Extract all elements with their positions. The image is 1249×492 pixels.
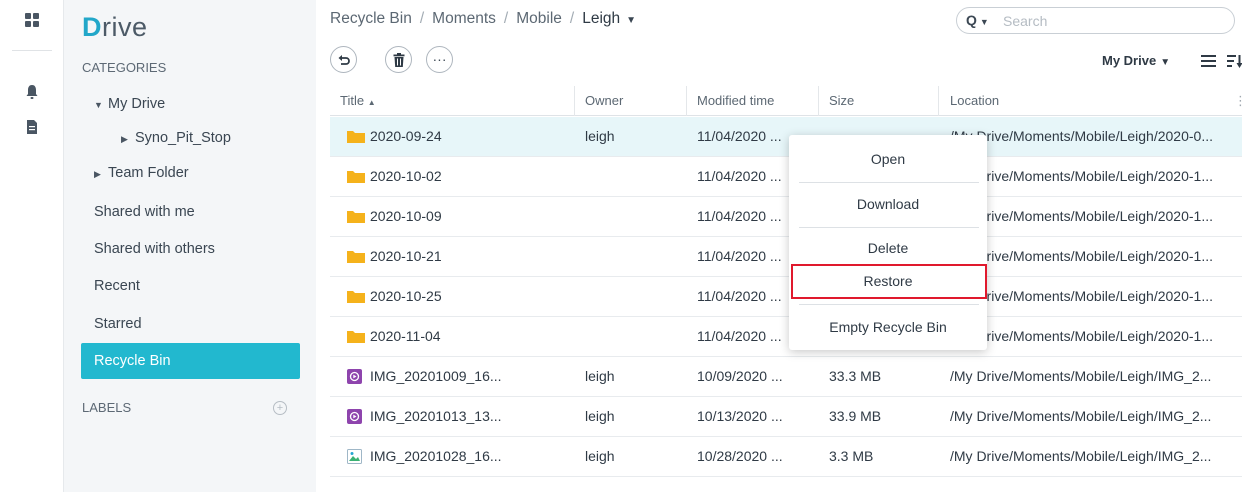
apps-icon[interactable] — [24, 12, 40, 28]
list-view-icon[interactable] — [1201, 55, 1216, 67]
undo-icon — [338, 55, 350, 65]
menu-item-download[interactable]: Download — [789, 196, 987, 212]
folder-icon — [347, 291, 365, 303]
search-box[interactable]: Q ▼ — [956, 7, 1235, 34]
categories-label: CATEGORIES — [82, 60, 167, 75]
breadcrumb-item[interactable]: Mobile — [516, 10, 562, 27]
column-header-owner[interactable]: Owner — [585, 93, 623, 108]
breadcrumb-current[interactable]: Leigh — [582, 10, 620, 27]
menu-item-empty-recycle-bin[interactable]: Empty Recycle Bin — [789, 319, 987, 335]
column-header-size[interactable]: Size — [829, 93, 854, 108]
chevron-down-icon[interactable]: ▼ — [626, 15, 636, 26]
app-logo: Drive — [82, 12, 148, 42]
search-icon[interactable]: Q ▼ — [966, 12, 989, 28]
breadcrumb-item[interactable]: Moments — [432, 10, 496, 27]
sidebar-item-team-folder[interactable]: ▶ Team Folder — [81, 155, 300, 191]
table-row[interactable]: 2020-09-24 leigh 11/04/2020 ... /My Driv… — [330, 117, 1242, 157]
sidebar-item-my-drive[interactable]: ▼ My Drive — [81, 86, 300, 122]
main-panel: Recycle Bin/Moments/Mobile/Leigh▼ Q▼ ···… — [316, 0, 1249, 492]
folder-icon — [347, 211, 365, 223]
delete-button[interactable] — [385, 46, 412, 73]
expand-right-icon[interactable]: ▶ — [121, 121, 135, 157]
sidebar-item-recycle-bin[interactable]: Recycle Bin — [81, 343, 300, 379]
column-header-title[interactable]: Title ▲ — [340, 93, 376, 108]
labels-label: LABELS — [82, 400, 132, 415]
table-row[interactable]: 2020-10-25 11/04/2020 ... /My Drive/Mome… — [330, 277, 1242, 317]
menu-divider — [799, 227, 979, 228]
trash-icon — [393, 53, 404, 67]
restore-button[interactable] — [330, 46, 357, 73]
folder-icon — [347, 251, 365, 263]
sidebar-item-shared-with-me[interactable]: Shared with me — [81, 194, 300, 230]
expand-down-icon[interactable]: ▼ — [94, 87, 108, 123]
table-row[interactable]: 2020-10-21 11/04/2020 ... /My Drive/Mome… — [330, 237, 1242, 277]
table-row[interactable]: 2020-10-09 11/04/2020 ... /My Drive/Mome… — [330, 197, 1242, 237]
more-actions-button[interactable]: ··· — [426, 46, 453, 73]
table-row[interactable]: 2020-10-02 11/04/2020 ... /My Drive/Mome… — [330, 157, 1242, 197]
table-row[interactable]: IMG_20201013_13... leigh 10/13/2020 ... … — [330, 397, 1242, 437]
breadcrumb-item[interactable]: Recycle Bin — [330, 10, 412, 27]
table-row[interactable]: 2020-11-04 11/04/2020 ... /My Drive/Mome… — [330, 317, 1242, 357]
left-rail — [0, 0, 64, 492]
video-file-icon — [347, 409, 362, 424]
document-icon[interactable] — [24, 119, 40, 135]
rail-divider — [12, 50, 52, 51]
folder-icon — [347, 331, 365, 343]
table-row[interactable]: IMG_20201028_16... leigh 10/28/2020 ... … — [330, 437, 1242, 477]
sidebar-item-starred[interactable]: Starred — [81, 306, 300, 342]
sidebar: Drive CATEGORIES ▼ My Drive ▶ Syno_Pit_Sto… — [64, 0, 316, 492]
menu-item-open[interactable]: Open — [789, 151, 987, 167]
column-options-icon[interactable]: ⋮ — [1234, 93, 1247, 109]
view-scope-dropdown[interactable]: My Drive ▼ — [1102, 53, 1170, 68]
expand-right-icon[interactable]: ▶ — [94, 156, 108, 192]
table-row[interactable]: IMG_20201009_16... leigh 10/09/2020 ... … — [330, 357, 1242, 397]
sort-icon[interactable] — [1227, 55, 1242, 68]
column-header-location[interactable]: Location — [950, 93, 999, 108]
image-file-icon — [347, 449, 362, 464]
menu-divider — [799, 304, 979, 305]
sidebar-item-syno-pit-stop[interactable]: ▶ Syno_Pit_Stop — [81, 120, 300, 156]
context-menu: Open Download Delete Restore Empty Recyc… — [789, 135, 987, 350]
breadcrumb: Recycle Bin / Moments / Mobile / Leigh ▼ — [330, 10, 637, 27]
bell-icon[interactable] — [24, 84, 40, 100]
table-header: Title ▲ Owner Modified time Size Locatio… — [330, 86, 1247, 116]
restore-highlight-box — [791, 264, 987, 299]
sidebar-item-shared-with-others[interactable]: Shared with others — [81, 231, 300, 267]
column-header-modified[interactable]: Modified time — [697, 93, 774, 108]
menu-divider — [799, 182, 979, 183]
menu-item-delete[interactable]: Delete — [789, 240, 987, 256]
sidebar-item-recent[interactable]: Recent — [81, 268, 300, 304]
sort-asc-icon: ▲ — [367, 98, 376, 107]
add-label-icon[interactable]: + — [273, 401, 287, 415]
search-input[interactable] — [1003, 11, 1223, 30]
folder-icon — [347, 131, 365, 143]
video-file-icon — [347, 369, 362, 384]
folder-icon — [347, 171, 365, 183]
